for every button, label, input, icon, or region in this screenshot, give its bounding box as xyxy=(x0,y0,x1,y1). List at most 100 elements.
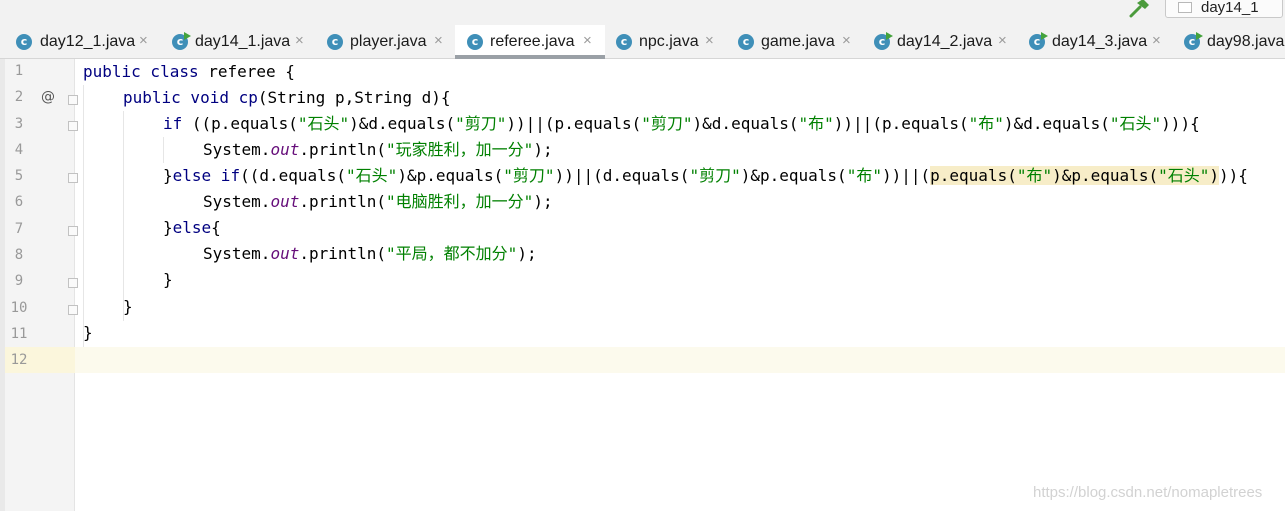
line-number: 10 xyxy=(10,300,28,316)
gutter-edge xyxy=(0,59,5,511)
tab-referee[interactable]: c referee.java × xyxy=(455,25,605,59)
fold-close-icon[interactable] xyxy=(68,173,78,183)
line-number: 3 xyxy=(14,116,24,132)
code-text: } xyxy=(123,297,133,316)
string-literal: "布" xyxy=(798,114,834,133)
tab-day98[interactable]: c day98.java xyxy=(1173,25,1285,58)
code-line-4: System.out.println("玩家胜利，加一分"); xyxy=(203,137,553,163)
run-configuration-label: day14_1 xyxy=(1201,0,1259,16)
code-text: referee { xyxy=(198,62,295,81)
code-line-2: public void cp(String p,String d){ xyxy=(123,85,451,111)
code-text: ))||(d.equals( xyxy=(554,166,690,185)
code-text: ((d.equals( xyxy=(240,166,347,185)
runnable-class-c-icon: c xyxy=(1184,32,1203,50)
code-text: System. xyxy=(203,192,271,211)
indent-guide xyxy=(123,111,124,321)
code-text: .println( xyxy=(299,244,387,263)
code-text: ); xyxy=(533,192,553,211)
tab-label: player.java xyxy=(350,33,427,50)
editor-tab-bar: c day12_1.java × c day14_1.java × c play… xyxy=(0,25,1285,59)
fold-open-icon[interactable] xyxy=(68,121,78,131)
fold-close-icon[interactable] xyxy=(68,278,78,288)
code-text: } xyxy=(163,166,173,185)
string-literal: "布" xyxy=(1016,166,1053,185)
code-text: )&p.equals( xyxy=(397,166,504,185)
class-c-icon: c xyxy=(327,34,343,50)
code-text: )){ xyxy=(1219,166,1248,185)
code-text: ))){ xyxy=(1161,114,1200,133)
tab-day12_1[interactable]: c day12_1.java × xyxy=(0,25,160,58)
close-icon[interactable]: × xyxy=(139,32,148,49)
tab-day14_1[interactable]: c day14_1.java × xyxy=(160,25,315,58)
build-hammer-icon[interactable] xyxy=(1128,0,1152,18)
code-text: ); xyxy=(517,244,537,263)
code-text: { xyxy=(211,218,221,237)
code-line-3: if ((p.equals("石头")&d.equals("剪刀"))||(p.… xyxy=(163,111,1200,137)
override-marker-icon[interactable]: @ xyxy=(41,89,55,105)
close-icon[interactable]: × xyxy=(842,32,851,49)
keyword: if xyxy=(163,114,183,133)
line-number: 7 xyxy=(14,221,24,237)
keyword: else if xyxy=(172,166,241,185)
close-icon[interactable]: × xyxy=(434,32,443,49)
close-icon[interactable]: × xyxy=(1152,32,1161,49)
code-line-11: } xyxy=(83,320,93,346)
close-icon[interactable]: × xyxy=(295,32,304,49)
run-configuration-selector[interactable]: day14_1 xyxy=(1165,0,1283,18)
string-literal: "石头" xyxy=(297,114,350,133)
line-number: 11 xyxy=(10,326,28,342)
tab-label: day14_2.java xyxy=(897,33,993,50)
code-text: .println( xyxy=(299,192,387,211)
code-text: } xyxy=(163,270,173,289)
class-c-icon: c xyxy=(616,34,632,50)
close-icon[interactable]: × xyxy=(583,32,592,49)
code-text: p.equals( xyxy=(930,166,1017,185)
keyword: public void xyxy=(123,88,229,107)
code-text: } xyxy=(163,218,173,237)
code-text: )&p.equals( xyxy=(1052,166,1159,185)
code-line-5: }else if((d.equals("石头")&p.equals("剪刀"))… xyxy=(163,163,1248,189)
tab-day14_3[interactable]: c day14_3.java × xyxy=(1018,25,1173,58)
string-literal: "电脑胜利，加一分" xyxy=(386,192,534,211)
string-literal: "剪刀" xyxy=(503,166,555,185)
class-c-icon: c xyxy=(738,34,754,50)
tab-label: npc.java xyxy=(639,33,699,50)
code-line-6: System.out.println("电脑胜利，加一分"); xyxy=(203,189,553,215)
code-editor[interactable]: 1 2 3 4 5 6 7 8 9 10 11 12 @ public clas… xyxy=(0,59,1285,511)
code-line-8: System.out.println("平局，都不加分"); xyxy=(203,241,537,267)
tab-label: day14_1.java xyxy=(195,33,291,50)
code-text: ))||(p.equals( xyxy=(833,114,969,133)
application-config-icon xyxy=(1178,2,1192,13)
line-number: 1 xyxy=(14,63,24,79)
code-text: ) xyxy=(1209,166,1220,185)
editor-gutter: 1 2 3 4 5 6 7 8 9 10 11 12 @ xyxy=(0,59,78,511)
tab-game[interactable]: c game.java × xyxy=(727,25,863,58)
tab-player[interactable]: c player.java × xyxy=(315,25,455,58)
keyword: public class xyxy=(83,62,199,81)
code-text: )&p.equals( xyxy=(740,166,847,185)
tab-day14_2[interactable]: c day14_2.java × xyxy=(863,25,1018,58)
fold-close-icon[interactable] xyxy=(68,226,78,236)
string-literal: "剪刀" xyxy=(689,166,741,185)
code-area[interactable]: public class referee { public void cp(St… xyxy=(83,59,1283,511)
static-field: out xyxy=(270,244,300,263)
close-icon[interactable]: × xyxy=(705,32,714,49)
string-literal: "石头" xyxy=(1158,166,1210,185)
line-number: 12 xyxy=(10,352,28,368)
fold-open-icon[interactable] xyxy=(68,95,78,105)
tab-label: day98.java xyxy=(1207,33,1285,50)
code-text: (String p,String d){ xyxy=(257,88,451,107)
line-number: 9 xyxy=(14,273,24,289)
static-field: out xyxy=(270,192,300,211)
tab-npc[interactable]: c npc.java × xyxy=(605,25,727,58)
string-literal: "石头" xyxy=(1109,114,1162,133)
method-name: cp xyxy=(238,88,258,107)
code-text: } xyxy=(83,323,93,342)
line-number: 4 xyxy=(14,142,24,158)
code-text: .println( xyxy=(299,140,387,159)
code-text: System. xyxy=(203,244,271,263)
code-text: )&d.equals( xyxy=(1003,114,1110,133)
fold-close-icon[interactable] xyxy=(68,305,78,315)
close-icon[interactable]: × xyxy=(998,32,1007,49)
